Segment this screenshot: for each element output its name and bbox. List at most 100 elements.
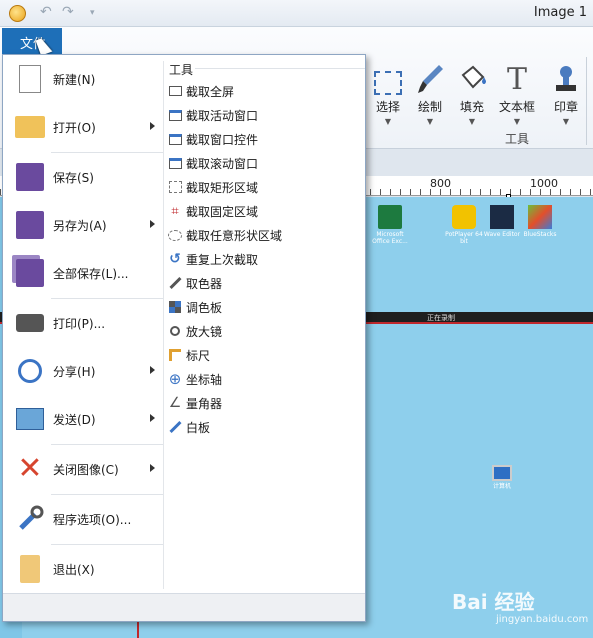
tool-item-crosshair[interactable]: ⊕ 坐标轴	[167, 367, 222, 391]
tool-item-capture-window[interactable]: 截取活动窗口	[167, 103, 258, 127]
textbox-tool-label: 文本框	[498, 100, 535, 114]
window-title: Image 1	[533, 5, 587, 20]
menu-item-save[interactable]: 保存(S)	[3, 155, 163, 199]
tool-item-label: 白板	[186, 420, 211, 435]
submenu-arrow-icon	[150, 122, 155, 130]
watermark-logo: Bai 经验	[452, 590, 535, 614]
tool-item-label: 截取矩形区域	[186, 180, 259, 195]
fill-tool-button[interactable]: 填充 ▼	[450, 61, 494, 126]
capture-fullscreen-icon	[167, 83, 183, 99]
menu-item-close-image[interactable]: ✕ 关闭图像(C)	[3, 447, 163, 491]
tool-item-label: 截取滚动窗口	[186, 156, 259, 171]
capture-window-icon	[167, 107, 183, 123]
submenu-arrow-icon	[150, 366, 155, 374]
redo-icon[interactable]: ↷	[62, 4, 74, 20]
tool-item-protractor[interactable]: ∠ 量角器	[167, 391, 222, 415]
quick-access-dropdown-icon[interactable]: ▾	[90, 8, 95, 18]
tool-item-capture-scroll[interactable]: 截取滚动窗口	[167, 151, 258, 175]
capture-fixed-icon: ⌗	[171, 203, 179, 219]
recording-band-text: 正在录制	[427, 314, 455, 322]
desktop-icon-label: 计算机	[492, 483, 511, 490]
tool-item-capture-fixed[interactable]: ⌗ 截取固定区域	[167, 199, 258, 223]
file-menu-footer	[3, 593, 365, 621]
menu-item-send[interactable]: 发送(D)	[3, 397, 163, 441]
brush-icon	[408, 61, 452, 95]
capture-scroll-icon	[167, 155, 183, 171]
chevron-down-icon: ▼	[562, 117, 570, 126]
file-menu: 新建(N) 打开(O) 保存(S) 另存为(A) 全部保存(L)... 打印(P…	[2, 54, 366, 622]
file-menu-commands: 新建(N) 打开(O) 保存(S) 另存为(A) 全部保存(L)... 打印(P…	[3, 55, 163, 595]
submenu-arrow-icon	[150, 464, 155, 472]
menu-item-label: 分享(H)	[53, 364, 96, 379]
menu-item-save-as[interactable]: 另存为(A)	[3, 203, 163, 247]
magnifier-icon	[167, 323, 183, 339]
tool-item-label: 截取固定区域	[186, 204, 259, 219]
save-icon	[11, 160, 49, 194]
menu-item-label: 关闭图像(C)	[53, 462, 119, 477]
app-logo-icon[interactable]	[9, 5, 26, 22]
text-icon: T	[506, 62, 527, 97]
menu-item-label: 全部保存(L)...	[53, 266, 129, 281]
textbox-tool-button[interactable]: T 文本框 ▼	[495, 61, 539, 127]
tool-item-capture-rect[interactable]: 截取矩形区域	[167, 175, 258, 199]
close-image-icon: ✕	[17, 451, 43, 486]
menu-item-label: 发送(D)	[53, 412, 96, 427]
menu-item-save-all[interactable]: 全部保存(L)...	[3, 251, 163, 295]
tool-item-label: 截取全屏	[186, 84, 235, 99]
tool-item-capture-freehand[interactable]: 截取任意形状区域	[167, 223, 282, 247]
tool-item-magnifier[interactable]: 放大镜	[167, 319, 222, 343]
file-tab[interactable]: 文件	[2, 28, 62, 54]
tool-item-whiteboard[interactable]: 白板	[167, 415, 210, 439]
stamp-tool-button[interactable]: 印章 ▼	[544, 61, 588, 126]
fill-bucket-icon	[450, 61, 494, 95]
draw-tool-button[interactable]: 绘制 ▼	[408, 61, 452, 126]
tool-item-repeat-capture[interactable]: ↺ 重复上次截取	[167, 247, 258, 271]
ribbon-separator	[586, 57, 587, 145]
tool-item-capture-control[interactable]: 截取窗口控件	[167, 127, 258, 151]
color-picker-icon	[167, 275, 183, 291]
menu-item-exit[interactable]: 退出(X)	[3, 547, 163, 591]
menu-item-print[interactable]: 打印(P)...	[3, 301, 163, 345]
select-tool-button[interactable]: 选择 ▼	[366, 61, 410, 126]
fill-tool-label: 填充	[459, 100, 484, 114]
computer-icon	[492, 465, 512, 481]
menu-item-share[interactable]: 分享(H)	[3, 349, 163, 393]
capture-control-icon	[167, 131, 183, 147]
menu-item-new[interactable]: 新建(N)	[3, 57, 163, 101]
menu-separator	[51, 444, 163, 445]
tool-item-label: 取色器	[186, 276, 223, 291]
tool-item-label: 量角器	[186, 396, 223, 411]
palette-icon	[167, 299, 183, 315]
select-icon	[366, 61, 410, 95]
chevron-down-icon: ▼	[468, 117, 476, 126]
tool-item-ruler[interactable]: 标尺	[167, 343, 210, 367]
desktop-icon-excel: Microsoft Office Exc...	[368, 205, 412, 245]
ruler-icon	[167, 347, 183, 363]
ribbon-group-label: 工具	[505, 132, 530, 146]
menu-item-label: 打印(P)...	[53, 316, 106, 331]
draw-tool-label: 绘制	[417, 100, 442, 114]
tool-item-label: 截取窗口控件	[186, 132, 259, 147]
menu-item-label: 保存(S)	[53, 170, 94, 185]
menu-separator	[51, 494, 163, 495]
tool-item-label: 放大镜	[186, 324, 223, 339]
menu-item-label: 程序选项(O)...	[53, 512, 132, 527]
menu-item-label: 另存为(A)	[53, 218, 107, 233]
menu-separator	[51, 544, 163, 545]
options-icon	[11, 502, 49, 536]
stamp-tool-label: 印章	[553, 100, 578, 114]
menu-item-options[interactable]: 程序选项(O)...	[3, 497, 163, 541]
print-icon	[11, 306, 49, 340]
tool-item-capture-fullscreen[interactable]: 截取全屏	[167, 79, 234, 103]
tool-item-color-picker[interactable]: 取色器	[167, 271, 222, 295]
whiteboard-icon	[167, 419, 183, 435]
exit-icon	[11, 552, 49, 586]
title-bar: ↶ ↷ ▾ Image 1	[0, 0, 593, 27]
menu-item-open[interactable]: 打开(O)	[3, 105, 163, 149]
chevron-down-icon: ▼	[513, 117, 521, 126]
potplayer-icon	[452, 205, 476, 229]
undo-icon[interactable]: ↶	[40, 4, 52, 20]
tool-item-palette[interactable]: 调色板	[167, 295, 222, 319]
tool-item-label: 截取活动窗口	[186, 108, 259, 123]
capture-freehand-icon	[167, 227, 183, 243]
